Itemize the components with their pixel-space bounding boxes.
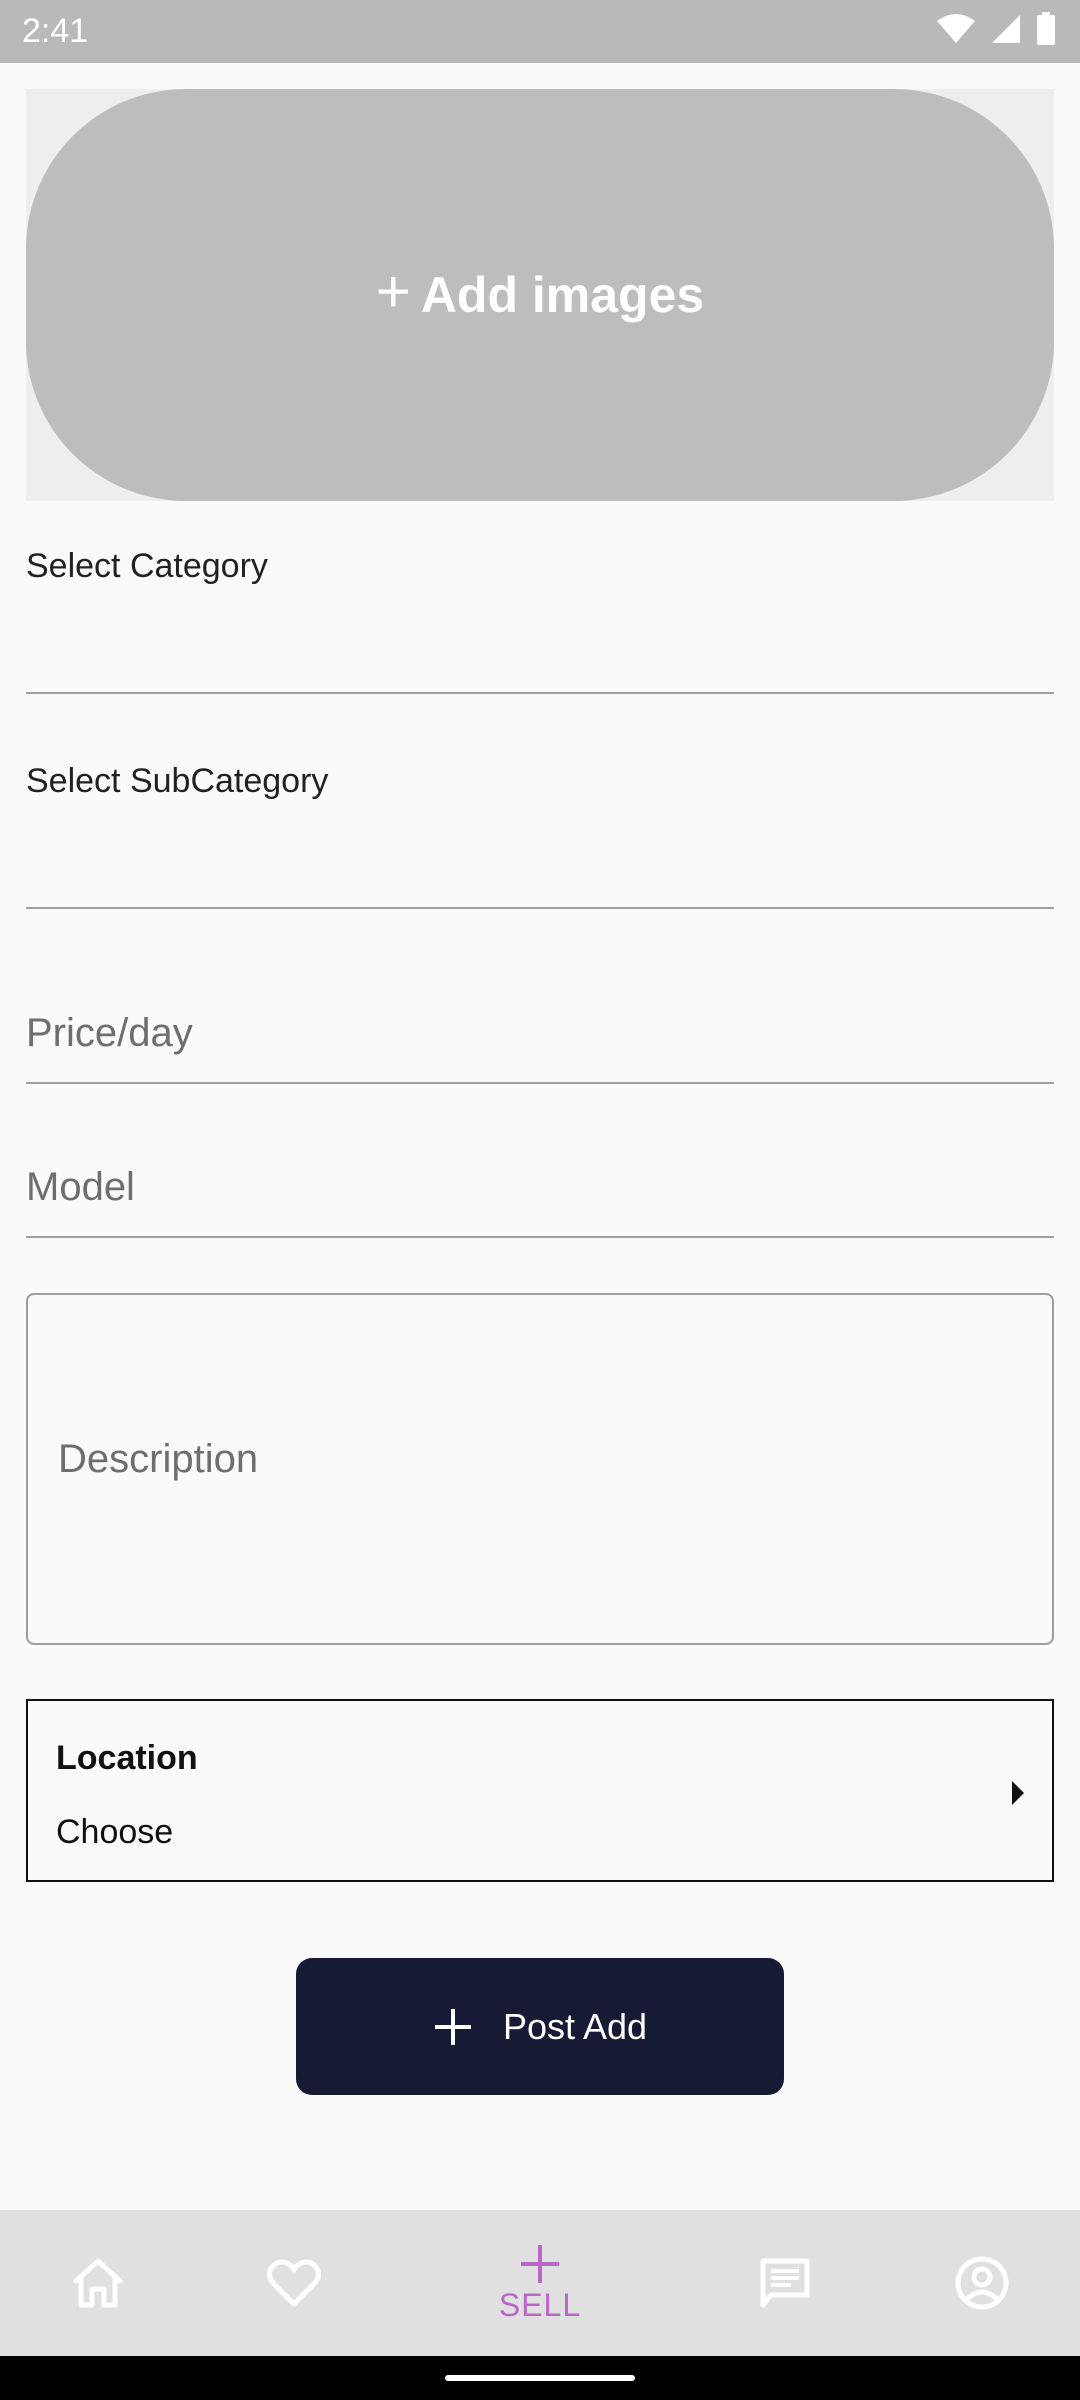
cellular-signal-icon: [992, 15, 1020, 43]
nav-sell-label: SELL: [498, 2286, 582, 2323]
status-time: 2:41: [22, 12, 89, 50]
arrow-right-icon: [1012, 1781, 1024, 1805]
location-title: Location: [56, 1739, 198, 1777]
battery-icon: [1037, 12, 1055, 45]
add-images-button[interactable]: + Add images: [26, 89, 1054, 501]
home-icon: [73, 2258, 123, 2308]
select-category-label: Select Category: [26, 547, 268, 585]
heart-icon: [266, 2259, 322, 2307]
chat-icon: [760, 2258, 810, 2308]
model-input[interactable]: [26, 1138, 1054, 1238]
bottom-navigation: SELL: [0, 2210, 1080, 2356]
nav-favorites[interactable]: [244, 2210, 344, 2356]
post-add-button[interactable]: Post Add: [296, 1958, 784, 2095]
location-selector[interactable]: Location Choose: [26, 1699, 1054, 1882]
status-bar: 2:41: [0, 0, 1080, 63]
system-navigation-bar: [0, 2356, 1080, 2400]
select-subcategory-dropdown[interactable]: Select SubCategory: [26, 735, 1054, 909]
nav-sell[interactable]: SELL: [480, 2210, 600, 2356]
select-category-dropdown[interactable]: Select Category: [26, 520, 1054, 694]
add-images-label: Add images: [420, 267, 705, 323]
nav-home[interactable]: [48, 2210, 148, 2356]
status-icons: [936, 12, 1056, 46]
select-subcategory-label: Select SubCategory: [26, 762, 329, 800]
plus-icon: [434, 2008, 471, 2045]
nav-profile[interactable]: [932, 2210, 1032, 2356]
image-picker-area: + Add images: [26, 89, 1054, 501]
home-gesture-handle[interactable]: [445, 2375, 635, 2381]
nav-messages[interactable]: [735, 2210, 835, 2356]
price-per-day-input[interactable]: [26, 984, 1054, 1084]
wifi-icon: [937, 14, 975, 43]
add-images-plus-icon: +: [375, 258, 411, 325]
location-value: Choose: [56, 1813, 174, 1851]
post-add-label: Post Add: [502, 2005, 648, 2047]
plus-icon: [521, 2244, 559, 2283]
account-circle-icon: [955, 2256, 1009, 2310]
description-textarea[interactable]: [26, 1293, 1054, 1645]
